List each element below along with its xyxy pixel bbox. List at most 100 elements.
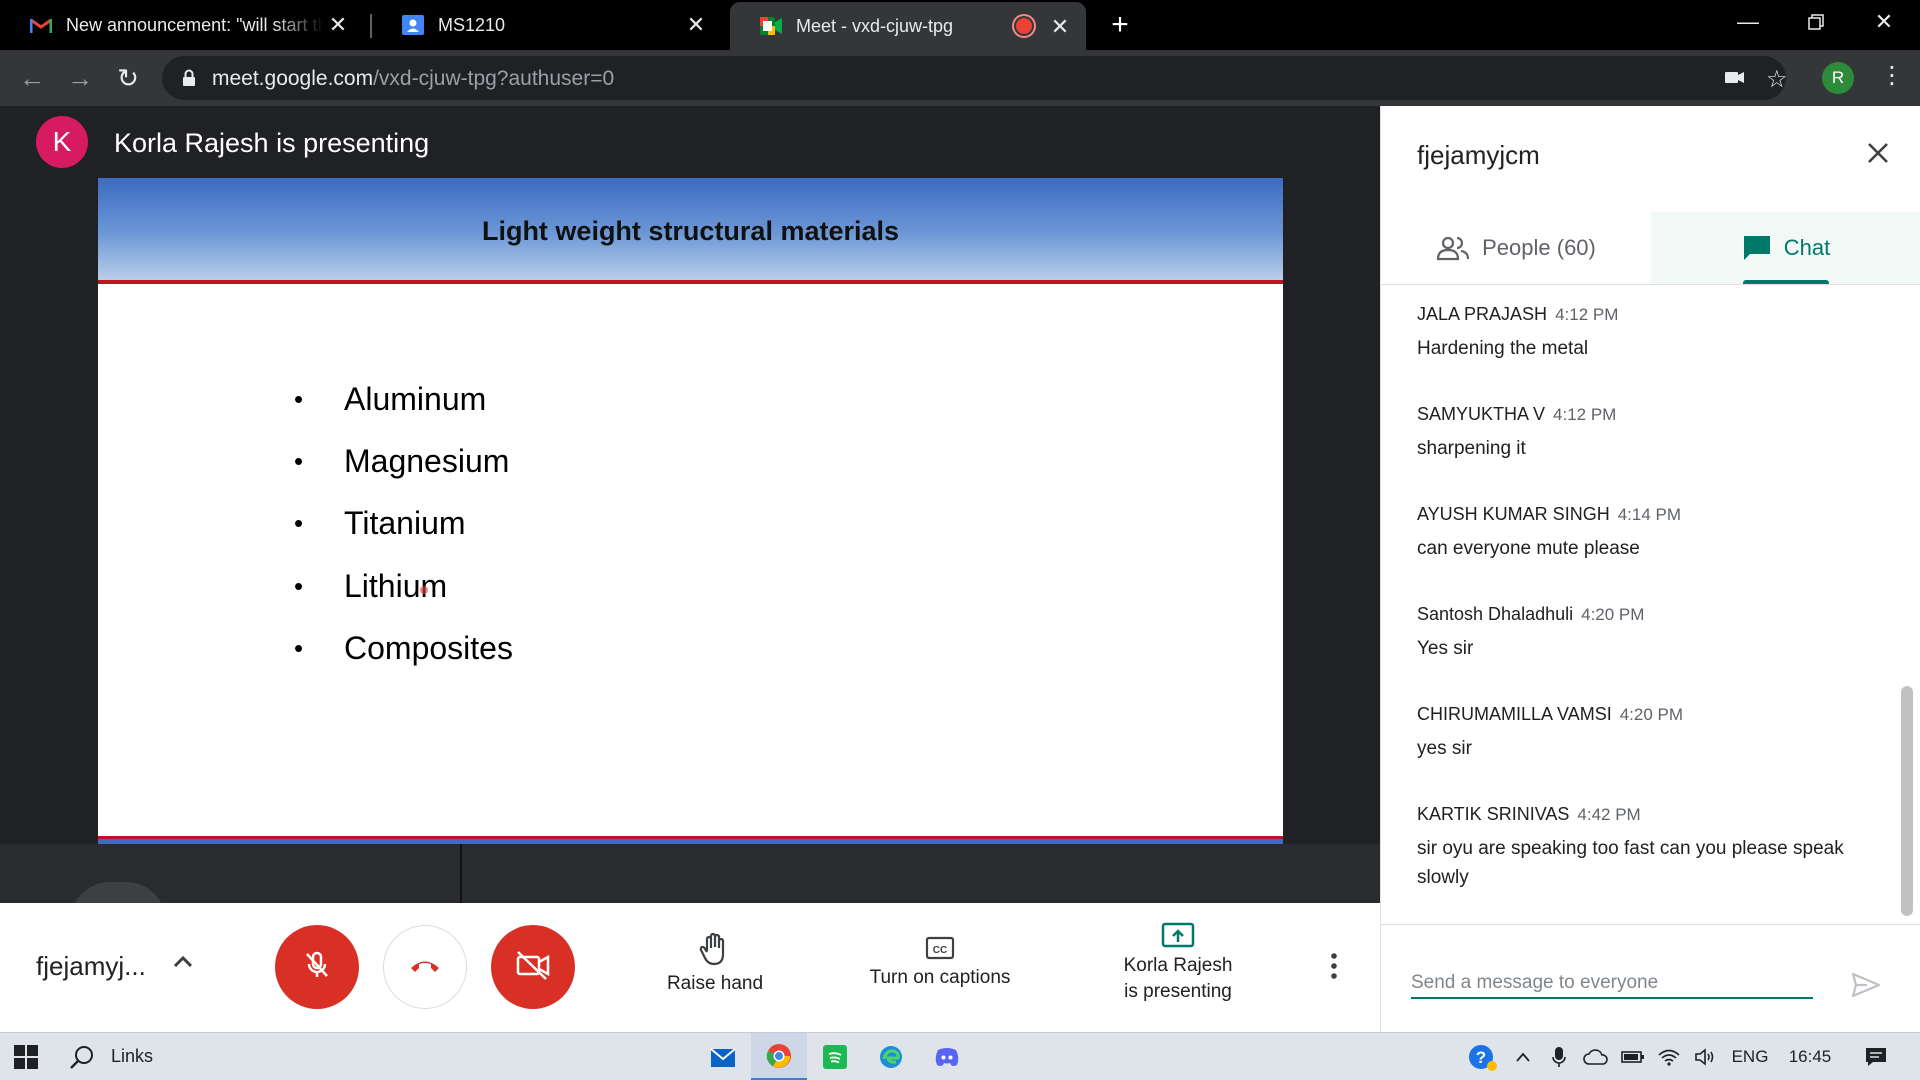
sender-name: SAMYUKTHA V xyxy=(1417,404,1546,424)
sender-name: Santosh Dhaladhuli xyxy=(1417,604,1574,624)
notifications-icon[interactable] xyxy=(1856,1033,1896,1080)
onedrive-icon[interactable] xyxy=(1580,1033,1612,1080)
chat-scrollbar[interactable] xyxy=(1901,686,1913,916)
message-text: can everyone mute please xyxy=(1417,538,1640,559)
leave-call-button[interactable] xyxy=(383,925,467,1009)
slide-bullet: • Lithium xyxy=(294,567,448,604)
camera-indicator-icon[interactable] xyxy=(1724,66,1746,93)
battery-icon[interactable] xyxy=(1618,1033,1648,1080)
minimize-icon[interactable]: — xyxy=(1714,0,1782,44)
camera-toggle-button[interactable] xyxy=(491,925,575,1009)
send-icon[interactable] xyxy=(1851,971,1881,1001)
message-time: 4:42 PM xyxy=(1577,805,1641,824)
microphone-tray-icon[interactable] xyxy=(1544,1033,1574,1080)
chrome-app-icon[interactable] xyxy=(751,1033,807,1080)
chat-message: SAMYUKTHA V 4:12 PM sharpening it xyxy=(1417,404,1865,504)
sender-name: JALA PRAJASH xyxy=(1417,304,1548,324)
presentation-stage: K Korla Rajesh is presenting Light weigh… xyxy=(0,106,1380,922)
closed-captions-icon: CC xyxy=(850,935,1030,961)
tab-classroom[interactable]: MS1210 ✕ xyxy=(372,0,722,50)
slide-bullet-list: • Aluminum • Magnesium • Titanium • Lithium … xyxy=(294,368,513,680)
volume-icon[interactable] xyxy=(1690,1033,1720,1080)
show-hidden-icons-icon[interactable] xyxy=(1508,1033,1538,1080)
chat-message: Santosh Dhaladhuli 4:20 PM Yes sir xyxy=(1417,604,1865,704)
laser-pointer xyxy=(420,586,428,594)
close-icon[interactable]: ✕ xyxy=(1048,15,1072,39)
slide-bullet: • Aluminum xyxy=(294,380,487,417)
slide-bullet-text: Lithium xyxy=(344,567,448,604)
tab-gmail[interactable]: New announcement: "will start the ✕ xyxy=(0,0,364,50)
search-icon[interactable] xyxy=(62,1033,102,1080)
edge-app-icon[interactable] xyxy=(863,1033,919,1080)
message-time: 4:14 PM xyxy=(1617,505,1682,524)
browser-menu-icon[interactable]: ⋮ xyxy=(1880,64,1904,88)
slide-bullet: • Composites xyxy=(294,630,513,667)
presenter-label: Korla Rajesh is presenting xyxy=(114,128,430,158)
chat-composer xyxy=(1381,924,1920,1032)
close-icon[interactable]: ✕ xyxy=(684,13,708,37)
raise-hand-icon xyxy=(640,931,790,967)
slide-header-divider xyxy=(98,280,1283,284)
chevron-up-icon[interactable] xyxy=(168,947,198,977)
participant-strip xyxy=(0,844,1380,903)
tab-chat-label: Chat xyxy=(1783,235,1831,260)
chat-message: CHIRUMAMILLA VAMSI 4:20 PM yes sir xyxy=(1417,704,1865,804)
address-bar[interactable]: meet.google.com/vxd-cjuw-tpg?authuser=0 … xyxy=(162,56,1788,100)
system-clock[interactable]: 16:45 xyxy=(1780,1033,1840,1080)
sender-name: AYUSH KUMAR SINGH xyxy=(1417,504,1610,524)
lock-icon xyxy=(182,69,196,92)
classroom-icon xyxy=(402,14,424,36)
help-icon[interactable]: ? xyxy=(1466,1033,1500,1080)
meeting-controls-bar: fjejamyj... Raise hand CC Turn on captio… xyxy=(0,903,1380,1032)
people-icon xyxy=(1436,235,1470,261)
slide-bullet: • Titanium xyxy=(294,505,466,542)
meeting-details-label[interactable]: fjejamyj... xyxy=(36,951,146,982)
sender-name: KARTIK SRINIVAS xyxy=(1417,804,1570,824)
tab-meet[interactable]: Meet - vxd-cjuw-tpg ✕ xyxy=(730,2,1086,50)
input-language-indicator[interactable]: ENG xyxy=(1728,1033,1772,1080)
tab-chat[interactable]: Chat xyxy=(1651,212,1920,284)
presenting-button[interactable]: Korla Rajesh is presenting xyxy=(1100,921,1256,1005)
discord-app-icon[interactable] xyxy=(919,1033,975,1080)
profile-avatar[interactable]: R xyxy=(1822,62,1854,94)
browser-tab-strip: New announcement: "will start the ✕ MS12… xyxy=(0,0,1920,50)
forward-icon[interactable]: → xyxy=(62,60,98,96)
captions-label: Turn on captions xyxy=(869,967,1011,988)
message-text: yes sir xyxy=(1417,738,1472,759)
tab-people[interactable]: People (60) xyxy=(1381,212,1651,284)
message-time: 4:20 PM xyxy=(1581,605,1645,624)
shared-slide: Light weight structural materials • Alumi… xyxy=(98,178,1283,848)
sender-name: CHIRUMAMILLA VAMSI xyxy=(1417,704,1612,724)
back-icon[interactable]: ← xyxy=(14,60,50,96)
close-icon[interactable] xyxy=(1863,138,1893,168)
panel-title: fjejamyjcm xyxy=(1417,140,1540,170)
url-path: /vxd-cjuw-tpg?authuser=0 xyxy=(373,67,615,90)
taskbar-search-label[interactable]: Links xyxy=(111,1046,153,1067)
browser-toolbar: ← → ↻ meet.google.com/vxd-cjuw-tpg?authu… xyxy=(0,50,1920,106)
chat-message-input[interactable] xyxy=(1411,969,1813,999)
close-window-icon[interactable]: ✕ xyxy=(1850,0,1918,44)
spotify-app-icon[interactable] xyxy=(807,1033,863,1080)
chat-message: KARTIK SRINIVAS 4:42 PM sir oyu are speak… xyxy=(1417,804,1865,904)
raise-hand-button[interactable]: Raise hand xyxy=(640,931,790,995)
present-screen-icon xyxy=(1100,921,1256,951)
captions-button[interactable]: CC Turn on captions xyxy=(850,935,1030,989)
windows-start-icon[interactable] xyxy=(0,1033,52,1080)
chat-bubble-icon xyxy=(1742,234,1772,262)
close-icon[interactable]: ✕ xyxy=(326,13,350,37)
new-tab-button[interactable]: + xyxy=(1104,10,1136,42)
recording-icon xyxy=(1016,18,1032,34)
slide-bullet: • Magnesium xyxy=(294,443,510,480)
slide-title: Light weight structural materials xyxy=(481,216,900,246)
bookmark-star-icon[interactable]: ☆ xyxy=(1766,65,1788,94)
reload-icon[interactable]: ↻ xyxy=(110,60,146,96)
more-options-icon[interactable] xyxy=(1322,951,1346,981)
microphone-toggle-button[interactable] xyxy=(275,925,359,1009)
message-text: sir oyu are speaking too fast can you pl… xyxy=(1417,838,1844,888)
tab-people-label: People (60) xyxy=(1482,235,1596,260)
slide-bullet-text: Composites xyxy=(344,630,513,667)
mail-app-icon[interactable] xyxy=(695,1033,751,1080)
windows-taskbar: Links ? ENG 16:45 xyxy=(0,1032,1920,1080)
restore-icon[interactable] xyxy=(1782,0,1850,44)
wifi-icon[interactable] xyxy=(1654,1033,1684,1080)
